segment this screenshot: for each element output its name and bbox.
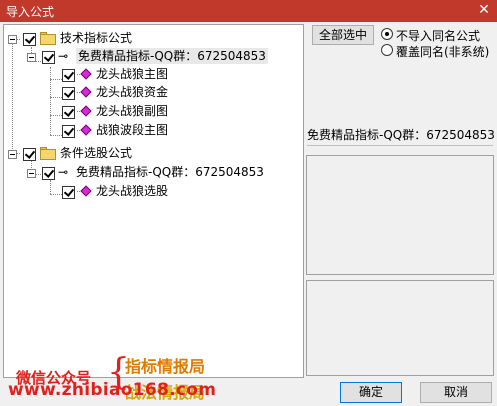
formula-icon	[77, 86, 93, 99]
tree-node-label: 免费精品指标-QQ群：672504853	[76, 165, 264, 179]
checkbox[interactable]	[62, 186, 75, 199]
select-all-button[interactable]: 全部选中	[312, 25, 374, 45]
key-icon: ⊸	[58, 165, 69, 179]
collapse-icon[interactable]	[27, 169, 36, 178]
ok-button[interactable]: 确定	[340, 382, 402, 403]
tree-leaf[interactable]: 龙头战狼资金	[4, 84, 304, 102]
tree-leaf[interactable]: 龙头战狼选股	[4, 183, 304, 201]
tree-leaf[interactable]: 龙头战狼副图	[4, 103, 304, 121]
tree-node-group[interactable]: ⊸ 免费精品指标-QQ群：672504853	[4, 164, 304, 182]
checkbox[interactable]	[62, 87, 75, 100]
separator	[307, 145, 493, 146]
collapse-icon[interactable]	[27, 53, 36, 62]
import-formula-dialog: 导入公式 ✕ 技术指标公式 ⊸ 免费精品指标-QQ群：672504853 龙头战…	[0, 0, 497, 406]
checkbox[interactable]	[23, 148, 36, 161]
tree-leaf[interactable]: 战狼波段主图	[4, 122, 304, 140]
formula-icon	[77, 68, 93, 81]
radio-overwrite-label: 覆盖同名(非系统)	[396, 45, 490, 59]
window-title: 导入公式	[6, 5, 55, 19]
checkbox[interactable]	[62, 125, 75, 138]
tree-leaf-label: 龙头战狼选股	[96, 184, 169, 198]
collapse-icon[interactable]	[8, 150, 17, 159]
folder-icon	[40, 147, 56, 160]
radio-skip-same-name[interactable]	[381, 28, 393, 40]
selected-formula-name: 免费精品指标-QQ群：672504853	[307, 128, 495, 142]
title-bar[interactable]: 导入公式 ✕	[0, 0, 497, 22]
formula-tree[interactable]: 技术指标公式 ⊸ 免费精品指标-QQ群：672504853 龙头战狼主图 龙头战…	[3, 24, 304, 402]
tree-node-label: 免费精品指标-QQ群：672504853	[76, 48, 268, 64]
folder-icon	[40, 32, 56, 45]
checkbox[interactable]	[42, 167, 55, 180]
checkbox[interactable]	[62, 106, 75, 119]
radio-overwrite-same-name[interactable]	[381, 44, 393, 56]
watermark-line1: 指标情报局	[125, 357, 206, 376]
collapse-icon[interactable]	[8, 35, 17, 44]
formula-icon	[77, 105, 93, 118]
formula-info-panel	[306, 155, 494, 275]
watermark-url: www.zhibiao168.com	[8, 380, 217, 400]
tree-leaf-label: 龙头战狼副图	[96, 104, 169, 118]
checkbox[interactable]	[42, 51, 55, 64]
radio-skip-label: 不导入同名公式	[396, 29, 481, 43]
checkbox[interactable]	[62, 69, 75, 82]
tree-leaf-label: 龙头战狼资金	[96, 85, 169, 99]
tree-leaf-label: 龙头战狼主图	[96, 67, 169, 81]
tree-node-label: 技术指标公式	[60, 31, 133, 45]
tree-node-indicator-formulas[interactable]: 技术指标公式	[4, 30, 304, 48]
tree-node-label: 条件选股公式	[60, 146, 133, 160]
formula-detail-panel	[306, 280, 494, 376]
formula-icon	[77, 185, 93, 198]
formula-icon	[77, 124, 93, 137]
tree-leaf[interactable]: 龙头战狼主图	[4, 66, 304, 84]
tree-node-group[interactable]: ⊸ 免费精品指标-QQ群：672504853	[4, 48, 304, 66]
checkbox[interactable]	[23, 33, 36, 46]
close-icon[interactable]: ✕	[477, 2, 491, 18]
tree-leaf-label: 战狼波段主图	[96, 123, 169, 137]
cancel-button[interactable]: 取消	[420, 382, 492, 403]
key-icon: ⊸	[58, 49, 69, 63]
tree-node-stock-screening[interactable]: 条件选股公式	[4, 145, 304, 163]
